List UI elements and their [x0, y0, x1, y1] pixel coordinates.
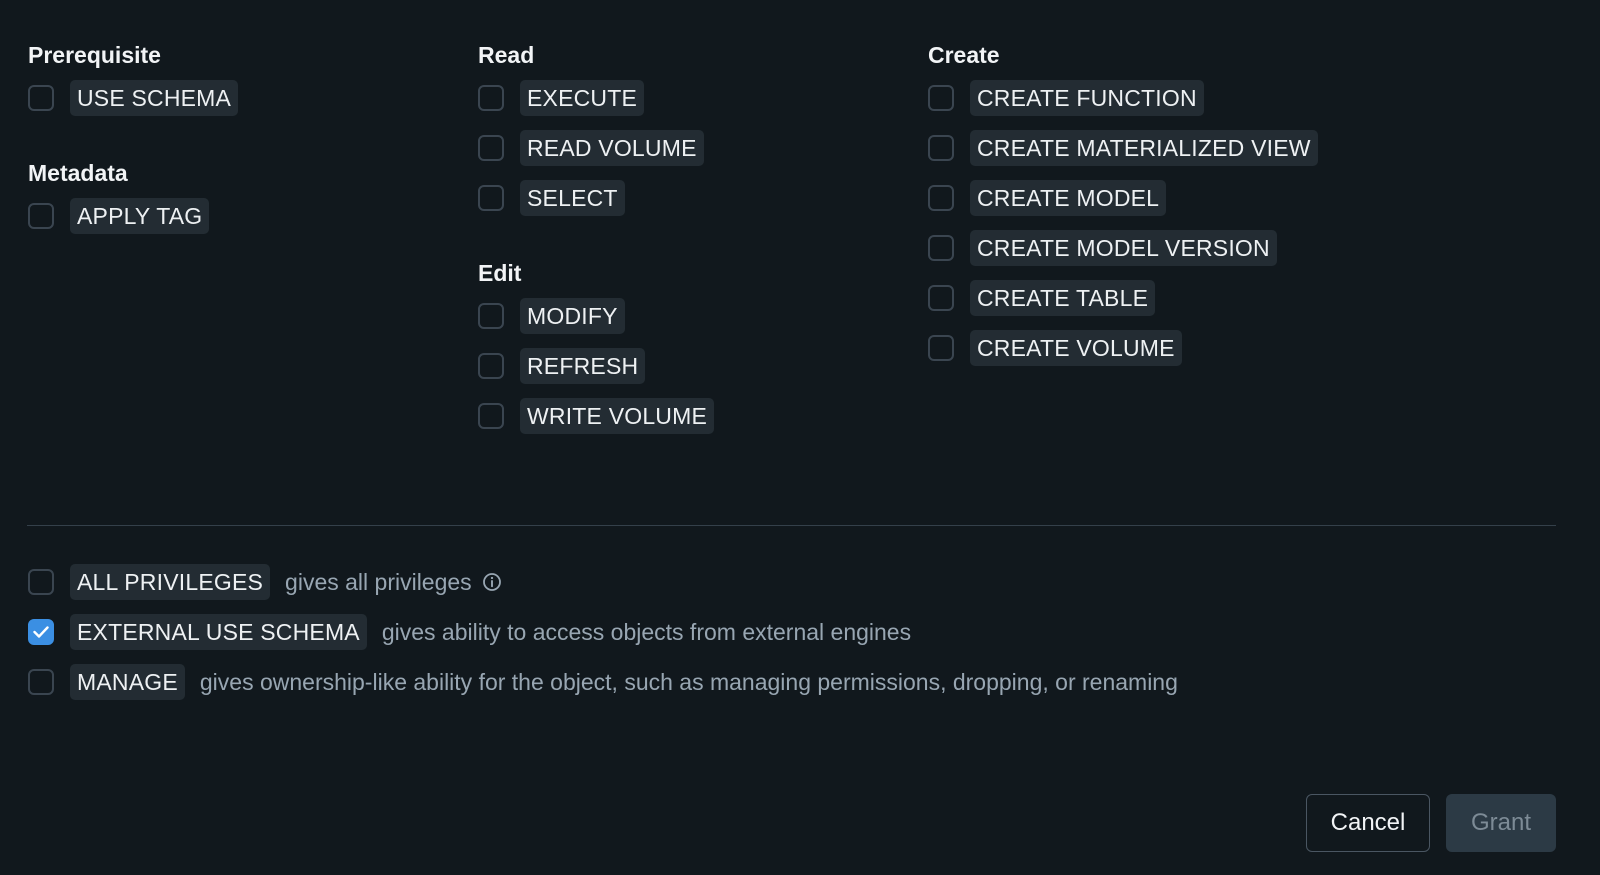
checkbox-read-volume[interactable] — [478, 135, 504, 161]
column-read-edit: Read EXECUTE READ VOLUME SELECT Edit MOD… — [478, 40, 715, 460]
grant-button[interactable]: Grant — [1446, 794, 1556, 852]
checkbox-create-materialized-view[interactable] — [928, 135, 954, 161]
privilege-label: WRITE VOLUME — [520, 398, 715, 434]
privilege-row-create-table[interactable]: CREATE TABLE — [928, 280, 1318, 316]
grant-privileges-dialog: Prerequisite USE SCHEMA Metadata APPLY T… — [0, 0, 1600, 875]
privilege-label: READ VOLUME — [520, 130, 704, 166]
checkbox-manage[interactable] — [28, 669, 54, 695]
group-title-read: Read — [478, 42, 535, 68]
group-edit: Edit MODIFY REFRESH WRITE VOLUME — [478, 258, 715, 434]
privilege-row-create-materialized-view[interactable]: CREATE MATERIALIZED VIEW — [928, 130, 1318, 166]
privilege-row-manage[interactable]: MANAGE gives ownership-like ability for … — [28, 664, 1178, 700]
privilege-description: gives ability to access objects from ext… — [381, 618, 912, 645]
privilege-label: CREATE MODEL VERSION — [970, 230, 1277, 266]
special-privileges-list: ALL PRIVILEGES gives all privileges EXTE… — [28, 564, 1178, 714]
checkbox-external-use-schema[interactable] — [28, 619, 54, 645]
group-title-edit: Edit — [478, 260, 522, 286]
privilege-row-refresh[interactable]: REFRESH — [478, 348, 714, 384]
checkbox-create-volume[interactable] — [928, 335, 954, 361]
privilege-label: CREATE VOLUME — [970, 330, 1182, 366]
privilege-label: MANAGE — [70, 664, 185, 700]
checkbox-execute[interactable] — [478, 85, 504, 111]
privilege-label: EXTERNAL USE SCHEMA — [70, 614, 367, 650]
checkbox-write-volume[interactable] — [478, 403, 504, 429]
column-create: Create CREATE FUNCTION CREATE MATERIALIZ… — [928, 40, 1318, 392]
group-create: Create CREATE FUNCTION CREATE MATERIALIZ… — [928, 40, 1318, 366]
privilege-row-modify[interactable]: MODIFY — [478, 298, 714, 334]
checkbox-create-model[interactable] — [928, 185, 954, 211]
group-read: Read EXECUTE READ VOLUME SELECT — [478, 40, 714, 216]
privilege-label: EXECUTE — [520, 80, 645, 116]
dialog-actions: Cancel Grant — [1306, 794, 1556, 852]
privilege-label: CREATE MATERIALIZED VIEW — [970, 130, 1318, 166]
privilege-label: APPLY TAG — [70, 198, 210, 234]
privilege-row-write-volume[interactable]: WRITE VOLUME — [478, 398, 715, 434]
privilege-row-create-model-version[interactable]: CREATE MODEL VERSION — [928, 230, 1318, 266]
checkmark-icon — [33, 626, 49, 638]
checkbox-use-schema[interactable] — [28, 85, 54, 111]
column-prerequisite-metadata: Prerequisite USE SCHEMA Metadata APPLY T… — [28, 40, 239, 260]
privilege-label: USE SCHEMA — [70, 80, 239, 116]
privilege-label: CREATE MODEL — [970, 180, 1167, 216]
privilege-row-read-volume[interactable]: READ VOLUME — [478, 130, 714, 166]
checkbox-refresh[interactable] — [478, 353, 504, 379]
checkbox-apply-tag[interactable] — [28, 203, 54, 229]
privilege-row-execute[interactable]: EXECUTE — [478, 80, 714, 116]
checkbox-select[interactable] — [478, 185, 504, 211]
group-metadata: Metadata APPLY TAG — [28, 158, 238, 234]
section-divider — [27, 525, 1556, 526]
group-title-metadata: Metadata — [28, 160, 128, 186]
group-title-prerequisite: Prerequisite — [28, 42, 161, 68]
privilege-description: gives all privileges — [285, 569, 502, 596]
checkbox-modify[interactable] — [478, 303, 504, 329]
checkbox-create-model-version[interactable] — [928, 235, 954, 261]
privilege-label: CREATE FUNCTION — [970, 80, 1204, 116]
privilege-row-all-privileges[interactable]: ALL PRIVILEGES gives all privileges — [28, 564, 1178, 600]
checkbox-create-table[interactable] — [928, 285, 954, 311]
privilege-label: REFRESH — [520, 348, 646, 384]
privilege-label: MODIFY — [520, 298, 625, 334]
group-prerequisite: Prerequisite USE SCHEMA — [28, 40, 239, 116]
privilege-description-text: gives all privileges — [285, 568, 472, 595]
privilege-row-apply-tag[interactable]: APPLY TAG — [28, 198, 238, 234]
privilege-label: SELECT — [520, 180, 625, 216]
privilege-row-create-model[interactable]: CREATE MODEL — [928, 180, 1318, 216]
privilege-row-external-use-schema[interactable]: EXTERNAL USE SCHEMA gives ability to acc… — [28, 614, 1178, 650]
checkbox-all-privileges[interactable] — [28, 569, 54, 595]
checkbox-create-function[interactable] — [928, 85, 954, 111]
info-icon[interactable] — [482, 572, 502, 592]
privilege-row-select[interactable]: SELECT — [478, 180, 714, 216]
privilege-description: gives ownership-like ability for the obj… — [199, 668, 1178, 695]
privilege-label: CREATE TABLE — [970, 280, 1156, 316]
cancel-button[interactable]: Cancel — [1306, 794, 1430, 852]
privilege-row-create-volume[interactable]: CREATE VOLUME — [928, 330, 1318, 366]
privilege-label: ALL PRIVILEGES — [70, 564, 271, 600]
privilege-row-use-schema[interactable]: USE SCHEMA — [28, 80, 239, 116]
group-title-create: Create — [928, 42, 1000, 68]
privilege-row-create-function[interactable]: CREATE FUNCTION — [928, 80, 1318, 116]
